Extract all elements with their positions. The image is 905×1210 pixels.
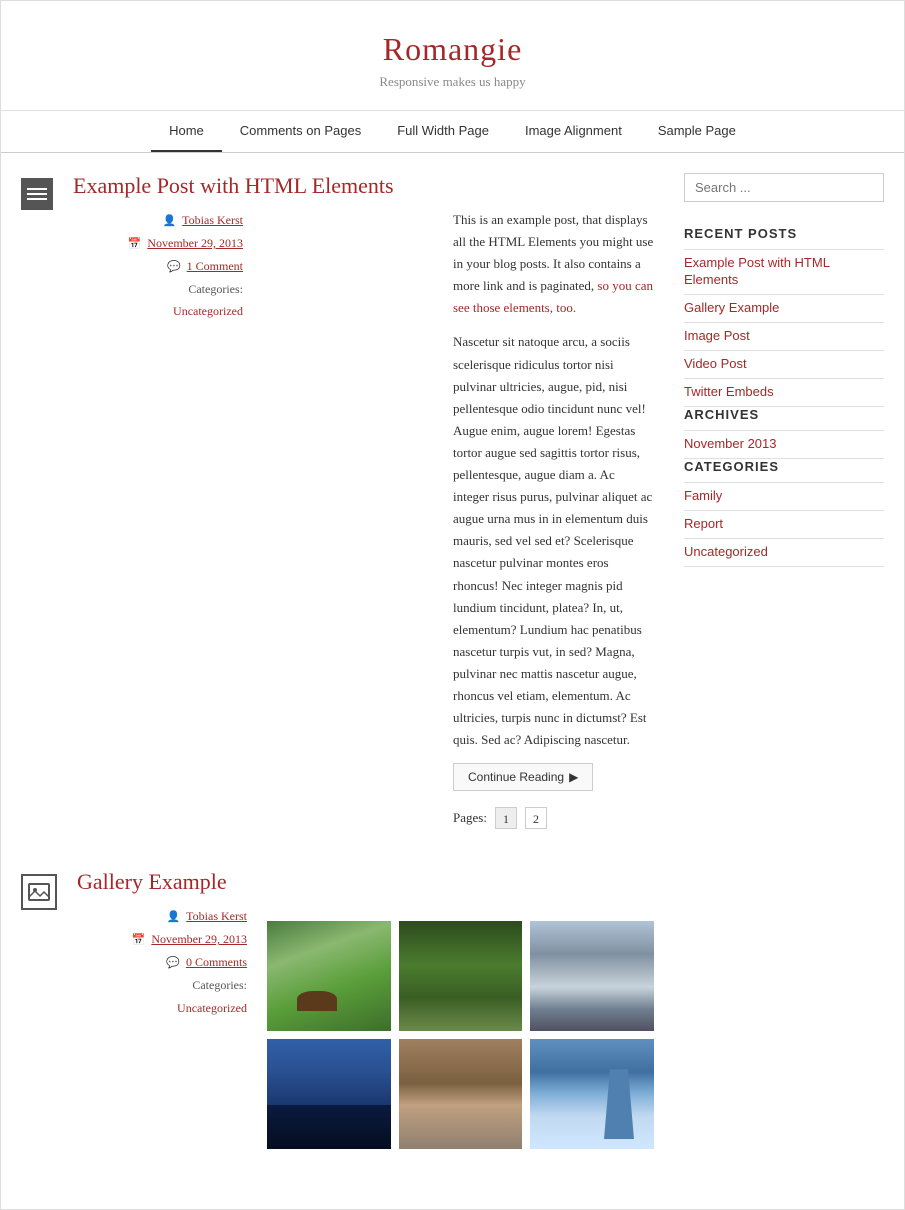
nav-comments-on-pages[interactable]: Comments on Pages [222, 111, 379, 152]
recent-post-link-4[interactable]: Video Post [684, 356, 747, 371]
post-2-gallery [267, 905, 654, 1149]
recent-post-link-5[interactable]: Twitter Embeds [684, 384, 774, 399]
continue-reading-button[interactable]: Continue Reading ▶ [453, 763, 593, 791]
nav-home[interactable]: Home [151, 111, 222, 152]
archive-link-1[interactable]: November 2013 [684, 436, 777, 451]
post-1-title-link[interactable]: Example Post with HTML Elements [73, 173, 394, 198]
category-link-3[interactable]: Uncategorized [684, 544, 768, 559]
arrow-right-icon: ▶ [569, 770, 578, 784]
post-1-category-label: Categories: [188, 282, 243, 296]
list-item: Report [684, 511, 884, 539]
sidebar-search [684, 173, 884, 202]
post-lines-icon [21, 178, 53, 210]
categories-title: CATEGORIES [684, 459, 884, 474]
archives-section: ARCHIVES November 2013 [684, 407, 884, 459]
nav-full-width-page[interactable]: Full Width Page [379, 111, 507, 152]
post-1-meta: 👤 Tobias Kerst 📅 November 29, 2013 💬 1 C… [73, 209, 243, 829]
page-1-link[interactable]: 1 [495, 807, 517, 829]
post-2-comments[interactable]: 0 Comments [186, 955, 247, 969]
list-item: Video Post [684, 351, 884, 379]
categories-section: CATEGORIES Family Report Uncategorized [684, 459, 884, 567]
site-header: Romangie Responsive makes us happy [1, 1, 904, 111]
site-tagline: Responsive makes us happy [21, 74, 884, 90]
content-area: Example Post with HTML Elements 👤 Tobias… [21, 173, 654, 1189]
post-1-date[interactable]: November 29, 2013 [147, 236, 243, 250]
categories-list: Family Report Uncategorized [684, 482, 884, 567]
gallery-item-3[interactable] [530, 921, 654, 1031]
main-layout: Example Post with HTML Elements 👤 Tobias… [1, 153, 904, 1209]
post-2-category-label: Categories: [192, 978, 247, 992]
post-2-title-link[interactable]: Gallery Example [77, 869, 227, 894]
post-1-title: Example Post with HTML Elements [21, 173, 654, 199]
nav-image-alignment[interactable]: Image Alignment [507, 111, 640, 152]
sidebar: RECENT POSTS Example Post with HTML Elem… [684, 173, 884, 1189]
category-link-2[interactable]: Report [684, 516, 723, 531]
post-2-author-row: 👤 Tobias Kerst [77, 905, 247, 928]
post-1-excerpt-1: This is an example post, that displays a… [453, 209, 654, 319]
gallery-item-4[interactable] [267, 1039, 391, 1149]
post-1-author-row: 👤 Tobias Kerst [73, 209, 243, 232]
list-item: Family [684, 483, 884, 511]
post-1: Example Post with HTML Elements 👤 Tobias… [21, 173, 654, 829]
list-item: Gallery Example [684, 295, 884, 323]
recent-post-link-3[interactable]: Image Post [684, 328, 750, 343]
recent-posts-list: Example Post with HTML Elements Gallery … [684, 249, 884, 407]
post-1-comments-row: 💬 1 Comment [73, 255, 243, 278]
pages-label: Pages: [453, 810, 487, 826]
post-1-excerpt-2: Nascetur sit natoque arcu, a sociis scel… [453, 331, 654, 751]
page-2-link[interactable]: 2 [525, 807, 547, 829]
gallery-item-6[interactable] [530, 1039, 654, 1149]
recent-post-link-1[interactable]: Example Post with HTML Elements [684, 255, 829, 287]
gallery-item-1[interactable] [267, 921, 391, 1031]
post-gallery-icon [21, 874, 57, 910]
calendar-icon: 📅 [128, 238, 142, 250]
post-2-meta: 👤 Tobias Kerst 📅 November 29, 2013 💬 0 C… [77, 905, 247, 1149]
archives-title: ARCHIVES [684, 407, 884, 422]
post-2-author[interactable]: Tobias Kerst [186, 909, 247, 923]
recent-posts-title: RECENT POSTS [684, 226, 884, 241]
post-2-comments-row: 💬 0 Comments [77, 951, 247, 974]
list-item: Uncategorized [684, 539, 884, 567]
nav-sample-page[interactable]: Sample Page [640, 111, 754, 152]
recent-post-link-2[interactable]: Gallery Example [684, 300, 779, 315]
post-2-date[interactable]: November 29, 2013 [151, 932, 247, 946]
post-2: Gallery Example 👤 Tobias Kerst 📅 Novembe… [21, 869, 654, 1149]
list-item: November 2013 [684, 431, 884, 459]
post-1-author[interactable]: Tobias Kerst [182, 213, 243, 227]
author-icon: 👤 [163, 215, 177, 227]
post-1-body: This is an example post, that displays a… [453, 209, 654, 829]
author-icon-2: 👤 [167, 911, 181, 923]
post-2-title: Gallery Example [21, 869, 654, 895]
post-1-category-row: Categories: Uncategorized [73, 278, 243, 324]
list-item: Example Post with HTML Elements [684, 250, 884, 295]
comment-icon: 💬 [167, 261, 181, 273]
post-1-date-row: 📅 November 29, 2013 [73, 232, 243, 255]
pages-nav: Pages: 1 2 [453, 807, 654, 829]
gallery-item-5[interactable] [399, 1039, 523, 1149]
recent-posts-section: RECENT POSTS Example Post with HTML Elem… [684, 226, 884, 407]
post-2-category[interactable]: Uncategorized [177, 1001, 247, 1015]
post-2-category-row: Categories: Uncategorized [77, 974, 247, 1020]
list-item: Image Post [684, 323, 884, 351]
post-2-date-row: 📅 November 29, 2013 [77, 928, 247, 951]
site-title: Romangie [21, 31, 884, 68]
category-link-1[interactable]: Family [684, 488, 722, 503]
post-1-comments[interactable]: 1 Comment [187, 259, 243, 273]
archives-list: November 2013 [684, 430, 884, 459]
list-item: Twitter Embeds [684, 379, 884, 407]
gallery-item-2[interactable] [399, 921, 523, 1031]
calendar-icon-2: 📅 [132, 934, 146, 946]
gallery-grid [267, 921, 654, 1149]
gallery-icon-svg [28, 883, 50, 901]
post-1-category[interactable]: Uncategorized [173, 304, 243, 318]
search-input[interactable] [684, 173, 884, 202]
site-nav: Home Comments on Pages Full Width Page I… [1, 111, 904, 153]
comment-icon-2: 💬 [166, 957, 180, 969]
